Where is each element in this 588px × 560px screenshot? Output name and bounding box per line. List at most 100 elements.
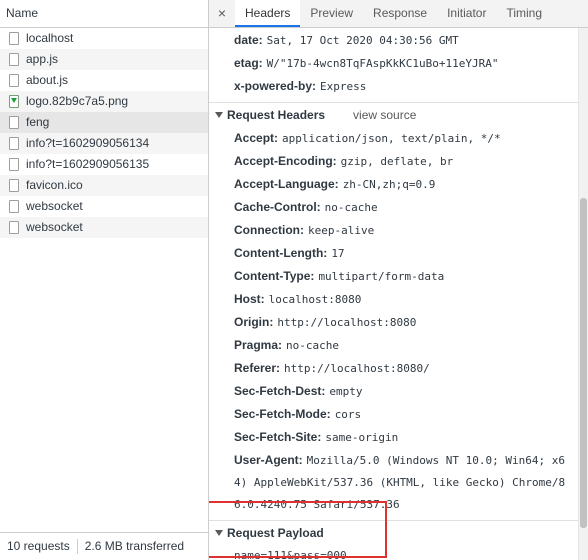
request-header-row: Sec-Fetch-Mode: cors <box>209 403 578 426</box>
request-header-row: Accept-Encoding: gzip, deflate, br <box>209 150 578 173</box>
user-agent-row: User-Agent: Mozilla/5.0 (Windows NT 10.0;… <box>209 449 578 472</box>
request-header-row: Referer: http://localhost:8080/ <box>209 357 578 380</box>
request-item-websocket[interactable]: websocket <box>0 217 208 238</box>
request-name: favicon.ico <box>26 178 83 192</box>
request-header-row: Content-Length: 17 <box>209 242 578 265</box>
websocket-icon <box>9 200 19 213</box>
request-name: websocket <box>26 199 83 213</box>
request-name: logo.82b9c7a5.png <box>26 94 129 108</box>
header-key: Host: <box>234 292 265 306</box>
header-key: date: <box>234 33 263 47</box>
vertical-scrollbar[interactable] <box>578 28 588 560</box>
header-value: W/"17b-4wcn8TqFAspKkKC1uBo+11eYJRA" <box>266 57 499 70</box>
request-header-row: Accept: application/json, text/plain, */* <box>209 127 578 150</box>
websocket-icon <box>9 221 19 234</box>
tab-timing[interactable]: Timing <box>496 0 552 27</box>
request-header-row: Accept-Language: zh-CN,zh;q=0.9 <box>209 173 578 196</box>
request-name: localhost <box>26 31 74 45</box>
image-file-icon <box>9 179 19 192</box>
request-headers-section[interactable]: Request Headers view source <box>209 102 578 127</box>
header-key: Connection: <box>234 223 304 237</box>
header-value: keep-alive <box>308 224 375 237</box>
user-agent-continued: 4) AppleWebKit/537.36 (KHTML, like Gecko… <box>234 476 566 489</box>
request-item-app-js[interactable]: app.js <box>0 49 208 70</box>
request-count: 10 requests <box>7 539 70 553</box>
request-detail-pane: × Headers Preview Response Initiator Tim… <box>209 0 588 560</box>
request-header-row: Content-Type: multipart/form-data <box>209 265 578 288</box>
request-name: feng <box>26 115 50 129</box>
response-header-row: x-powered-by: Express <box>209 75 578 98</box>
request-item-info-134[interactable]: info?t=1602909056134 <box>0 133 208 154</box>
header-key: Accept-Language: <box>234 177 339 191</box>
xhr-file-icon <box>9 137 19 150</box>
script-file-icon <box>9 74 19 87</box>
header-value: 17 <box>331 247 345 260</box>
request-header-row: Sec-Fetch-Site: same-origin <box>209 426 578 449</box>
response-header-row: etag: W/"17b-4wcn8TqFAspKkKC1uBo+11eYJRA" <box>209 52 578 75</box>
header-key: Accept-Encoding: <box>234 154 337 168</box>
header-key: User-Agent: <box>234 453 303 467</box>
image-file-icon <box>9 95 19 108</box>
header-key: Accept: <box>234 131 279 145</box>
tab-initiator[interactable]: Initiator <box>437 0 496 27</box>
header-key: Pragma: <box>234 338 283 352</box>
request-header-row: Pragma: no-cache <box>209 334 578 357</box>
network-status-bar: 10 requests 2.6 MB transferred <box>0 532 208 560</box>
header-key: Sec-Fetch-Site: <box>234 430 322 444</box>
request-name: info?t=1602909056135 <box>26 157 150 171</box>
header-key: Content-Length: <box>234 246 328 260</box>
xhr-file-icon <box>9 158 19 171</box>
header-value: Mozilla/5.0 (Windows NT 10.0; Win64; x6 <box>306 454 565 467</box>
request-header-row: Cache-Control: no-cache <box>209 196 578 219</box>
header-value: zh-CN,zh;q=0.9 <box>342 178 436 191</box>
request-item-info-135[interactable]: info?t=1602909056135 <box>0 154 208 175</box>
request-header-row: Origin: http://localhost:8080 <box>209 311 578 334</box>
header-value: same-origin <box>325 431 399 444</box>
close-icon[interactable]: × <box>209 0 235 27</box>
request-name: info?t=1602909056134 <box>26 136 150 150</box>
header-value: no-cache <box>286 339 340 352</box>
header-key: Sec-Fetch-Dest: <box>234 384 326 398</box>
response-header-row: date: Sat, 17 Oct 2020 04:30:56 GMT <box>209 29 578 52</box>
request-item-feng[interactable]: feng <box>0 112 208 133</box>
request-item-favicon[interactable]: favicon.ico <box>0 175 208 196</box>
request-name: about.js <box>26 73 69 87</box>
detail-tabs: × Headers Preview Response Initiator Tim… <box>209 0 588 28</box>
header-key: Referer: <box>234 361 281 375</box>
header-value: Sat, 17 Oct 2020 04:30:56 GMT <box>266 34 459 47</box>
document-icon <box>9 32 19 45</box>
header-key: Content-Type: <box>234 269 315 283</box>
scrollbar-thumb[interactable] <box>580 198 587 528</box>
request-item-about-js[interactable]: about.js <box>0 70 208 91</box>
header-key: Sec-Fetch-Mode: <box>234 407 331 421</box>
header-value: Express <box>320 80 367 93</box>
header-value: gzip, deflate, br <box>340 155 454 168</box>
collapse-triangle-icon <box>215 112 223 118</box>
request-name: websocket <box>26 220 83 234</box>
request-item-websocket[interactable]: websocket <box>0 196 208 217</box>
script-file-icon <box>9 53 19 66</box>
xhr-file-icon <box>9 116 19 129</box>
header-key: x-powered-by: <box>234 79 317 93</box>
tab-preview[interactable]: Preview <box>300 0 363 27</box>
transferred-size: 2.6 MB transferred <box>84 539 185 553</box>
header-value: localhost:8080 <box>268 293 362 306</box>
tab-headers[interactable]: Headers <box>235 0 301 27</box>
header-value: empty <box>329 385 363 398</box>
view-source-link[interactable]: view source <box>353 108 416 122</box>
request-list-pane: Name localhost app.js about.js logo.82b9… <box>0 0 209 560</box>
request-item-logo-png[interactable]: logo.82b9c7a5.png <box>0 91 208 112</box>
request-item-localhost[interactable]: localhost <box>0 28 208 49</box>
header-value: cors <box>334 408 362 421</box>
request-header-row: Host: localhost:8080 <box>209 288 578 311</box>
header-value: multipart/form-data <box>318 270 445 283</box>
request-name: app.js <box>26 52 59 66</box>
header-value: application/json, text/plain, */* <box>282 132 501 145</box>
tab-response[interactable]: Response <box>363 0 437 27</box>
header-value: no-cache <box>324 201 378 214</box>
header-key: Origin: <box>234 315 274 329</box>
section-title: Request Headers <box>227 108 326 122</box>
name-column-header[interactable]: Name <box>0 0 208 28</box>
request-header-row: Connection: keep-alive <box>209 219 578 242</box>
header-key: etag: <box>234 56 263 70</box>
